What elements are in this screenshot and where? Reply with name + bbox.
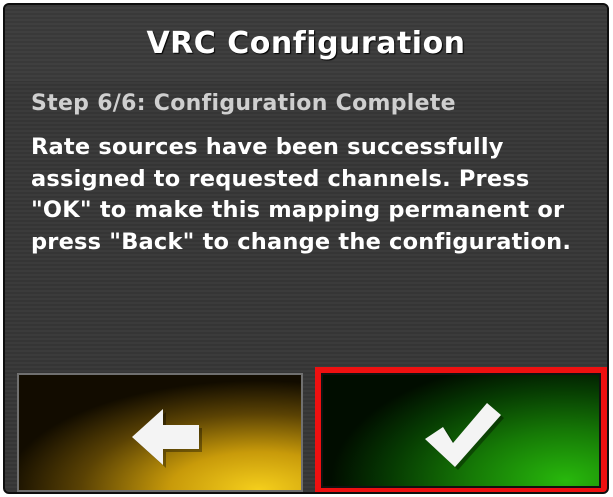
step-indicator: Step 6/6: Configuration Complete — [31, 91, 456, 116]
checkmark-icon — [425, 403, 504, 470]
dialog-message: Rate sources have been successfully assi… — [31, 134, 572, 255]
arrow-left-icon — [132, 409, 202, 468]
ok-button[interactable] — [323, 375, 599, 486]
title-bar: VRC Configuration — [5, 5, 607, 81]
dialog-title: VRC Configuration — [146, 26, 466, 61]
back-button[interactable] — [17, 373, 303, 492]
ok-button-highlight[interactable] — [315, 367, 607, 492]
vrc-configuration-dialog: VRC Configuration Step 6/6: Configuratio… — [3, 3, 609, 494]
